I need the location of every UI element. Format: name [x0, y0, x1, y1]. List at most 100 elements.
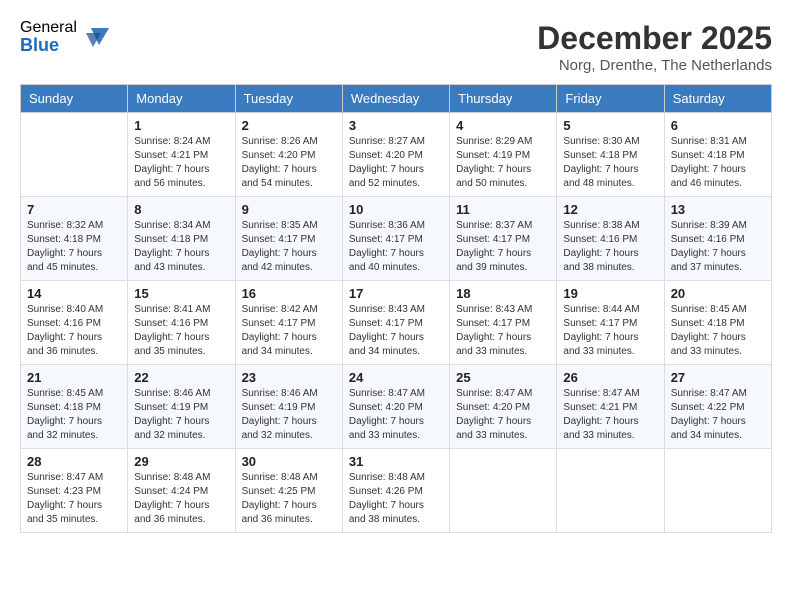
day-number: 20	[671, 286, 765, 301]
calendar-cell: 26 Sunrise: 8:47 AMSunset: 4:21 PMDayligh…	[557, 365, 664, 449]
day-number: 1	[134, 118, 228, 133]
logo: General Blue	[20, 20, 109, 54]
day-info: Sunrise: 8:47 AMSunset: 4:20 PMDaylight:…	[349, 387, 443, 443]
day-info: Sunrise: 8:40 AMSunset: 4:16 PMDaylight:…	[27, 303, 121, 359]
day-number: 6	[671, 118, 765, 133]
day-number: 14	[27, 286, 121, 301]
day-info: Sunrise: 8:47 AMSunset: 4:23 PMDaylight:…	[27, 471, 121, 527]
calendar-cell: 13 Sunrise: 8:39 AMSunset: 4:16 PMDayligh…	[664, 197, 771, 281]
calendar-cell: 10 Sunrise: 8:36 AMSunset: 4:17 PMDayligh…	[342, 197, 449, 281]
day-number: 28	[27, 454, 121, 469]
calendar-cell: 1 Sunrise: 8:24 AMSunset: 4:21 PMDaylight…	[128, 113, 235, 197]
day-number: 9	[242, 202, 336, 217]
calendar-cell	[557, 449, 664, 533]
day-info: Sunrise: 8:37 AMSunset: 4:17 PMDaylight:…	[456, 219, 550, 275]
day-info: Sunrise: 8:30 AMSunset: 4:18 PMDaylight:…	[563, 135, 657, 191]
day-number: 19	[563, 286, 657, 301]
calendar-cell: 30Sunrise: 8:48 AMSunset: 4:25 PMDayligh…	[235, 449, 342, 533]
day-number: 17	[349, 286, 443, 301]
calendar-cell: 24 Sunrise: 8:47 AMSunset: 4:20 PMDayligh…	[342, 365, 449, 449]
calendar-week-row: 28 Sunrise: 8:47 AMSunset: 4:23 PMDayligh…	[21, 449, 772, 533]
day-number: 25	[456, 370, 550, 385]
day-number: 30	[242, 454, 336, 469]
day-number: 15	[134, 286, 228, 301]
day-info: Sunrise: 8:35 AMSunset: 4:17 PMDaylight:…	[242, 219, 336, 275]
calendar-cell: 22Sunrise: 8:46 AMSunset: 4:19 PMDayligh…	[128, 365, 235, 449]
calendar-cell: 27Sunrise: 8:47 AMSunset: 4:22 PMDayligh…	[664, 365, 771, 449]
day-number: 2	[242, 118, 336, 133]
day-info: Sunrise: 8:36 AMSunset: 4:17 PMDaylight:…	[349, 219, 443, 275]
calendar-cell: 11 Sunrise: 8:37 AMSunset: 4:17 PMDayligh…	[450, 197, 557, 281]
logo-blue: Blue	[20, 36, 77, 54]
day-number: 29	[134, 454, 228, 469]
day-info: Sunrise: 8:32 AMSunset: 4:18 PMDaylight:…	[27, 219, 121, 275]
day-of-week-header: Tuesday	[235, 85, 342, 113]
page-header: General Blue December 2025 Norg, Drenthe…	[20, 20, 772, 74]
day-of-week-header: Saturday	[664, 85, 771, 113]
calendar-week-row: 1 Sunrise: 8:24 AMSunset: 4:21 PMDaylight…	[21, 113, 772, 197]
day-number: 8	[134, 202, 228, 217]
calendar-cell: 20 Sunrise: 8:45 AMSunset: 4:18 PMDayligh…	[664, 281, 771, 365]
day-number: 5	[563, 118, 657, 133]
day-info: Sunrise: 8:24 AMSunset: 4:21 PMDaylight:…	[134, 135, 228, 191]
calendar-cell: 14 Sunrise: 8:40 AMSunset: 4:16 PMDayligh…	[21, 281, 128, 365]
day-number: 24	[349, 370, 443, 385]
calendar-cell: 3 Sunrise: 8:27 AMSunset: 4:20 PMDaylight…	[342, 113, 449, 197]
calendar-table: SundayMondayTuesdayWednesdayThursdayFrid…	[20, 84, 772, 533]
calendar-cell: 15 Sunrise: 8:41 AMSunset: 4:16 PMDayligh…	[128, 281, 235, 365]
day-of-week-header: Monday	[128, 85, 235, 113]
calendar-cell: 17Sunrise: 8:43 AMSunset: 4:17 PMDayligh…	[342, 281, 449, 365]
calendar-week-row: 21 Sunrise: 8:45 AMSunset: 4:18 PMDayligh…	[21, 365, 772, 449]
day-info: Sunrise: 8:48 AMSunset: 4:26 PMDaylight:…	[349, 471, 443, 527]
day-number: 16	[242, 286, 336, 301]
calendar-cell: 23 Sunrise: 8:46 AMSunset: 4:19 PMDayligh…	[235, 365, 342, 449]
day-info: Sunrise: 8:42 AMSunset: 4:17 PMDaylight:…	[242, 303, 336, 359]
location: Norg, Drenthe, The Netherlands	[537, 57, 772, 74]
day-info: Sunrise: 8:46 AMSunset: 4:19 PMDaylight:…	[134, 387, 228, 443]
day-number: 4	[456, 118, 550, 133]
calendar-cell: 4 Sunrise: 8:29 AMSunset: 4:19 PMDaylight…	[450, 113, 557, 197]
day-number: 23	[242, 370, 336, 385]
day-info: Sunrise: 8:44 AMSunset: 4:17 PMDaylight:…	[563, 303, 657, 359]
logo-icon	[81, 23, 109, 51]
calendar-cell: 19 Sunrise: 8:44 AMSunset: 4:17 PMDayligh…	[557, 281, 664, 365]
day-of-week-header: Wednesday	[342, 85, 449, 113]
day-number: 3	[349, 118, 443, 133]
day-of-week-header: Sunday	[21, 85, 128, 113]
day-number: 11	[456, 202, 550, 217]
day-info: Sunrise: 8:38 AMSunset: 4:16 PMDaylight:…	[563, 219, 657, 275]
day-info: Sunrise: 8:41 AMSunset: 4:16 PMDaylight:…	[134, 303, 228, 359]
title-section: December 2025 Norg, Drenthe, The Netherl…	[537, 20, 772, 74]
calendar-cell	[450, 449, 557, 533]
day-info: Sunrise: 8:45 AMSunset: 4:18 PMDaylight:…	[27, 387, 121, 443]
calendar-cell: 5 Sunrise: 8:30 AMSunset: 4:18 PMDaylight…	[557, 113, 664, 197]
day-info: Sunrise: 8:27 AMSunset: 4:20 PMDaylight:…	[349, 135, 443, 191]
day-of-week-header: Thursday	[450, 85, 557, 113]
day-info: Sunrise: 8:34 AMSunset: 4:18 PMDaylight:…	[134, 219, 228, 275]
day-info: Sunrise: 8:46 AMSunset: 4:19 PMDaylight:…	[242, 387, 336, 443]
day-info: Sunrise: 8:29 AMSunset: 4:19 PMDaylight:…	[456, 135, 550, 191]
day-info: Sunrise: 8:47 AMSunset: 4:21 PMDaylight:…	[563, 387, 657, 443]
calendar-cell: 25Sunrise: 8:47 AMSunset: 4:20 PMDayligh…	[450, 365, 557, 449]
day-number: 18	[456, 286, 550, 301]
calendar-cell: 8 Sunrise: 8:34 AMSunset: 4:18 PMDaylight…	[128, 197, 235, 281]
calendar-cell: 2Sunrise: 8:26 AMSunset: 4:20 PMDaylight…	[235, 113, 342, 197]
month-title: December 2025	[537, 20, 772, 57]
calendar-cell: 21 Sunrise: 8:45 AMSunset: 4:18 PMDayligh…	[21, 365, 128, 449]
calendar-header-row: SundayMondayTuesdayWednesdayThursdayFrid…	[21, 85, 772, 113]
day-of-week-header: Friday	[557, 85, 664, 113]
day-info: Sunrise: 8:39 AMSunset: 4:16 PMDaylight:…	[671, 219, 765, 275]
day-info: Sunrise: 8:31 AMSunset: 4:18 PMDaylight:…	[671, 135, 765, 191]
day-number: 13	[671, 202, 765, 217]
calendar-cell: 16 Sunrise: 8:42 AMSunset: 4:17 PMDayligh…	[235, 281, 342, 365]
calendar-cell	[21, 113, 128, 197]
day-info: Sunrise: 8:45 AMSunset: 4:18 PMDaylight:…	[671, 303, 765, 359]
day-number: 10	[349, 202, 443, 217]
calendar-cell: 28 Sunrise: 8:47 AMSunset: 4:23 PMDayligh…	[21, 449, 128, 533]
day-number: 21	[27, 370, 121, 385]
calendar-week-row: 7Sunrise: 8:32 AMSunset: 4:18 PMDaylight…	[21, 197, 772, 281]
calendar-cell: 6 Sunrise: 8:31 AMSunset: 4:18 PMDaylight…	[664, 113, 771, 197]
day-info: Sunrise: 8:47 AMSunset: 4:22 PMDaylight:…	[671, 387, 765, 443]
day-number: 26	[563, 370, 657, 385]
calendar-cell: 29Sunrise: 8:48 AMSunset: 4:24 PMDayligh…	[128, 449, 235, 533]
